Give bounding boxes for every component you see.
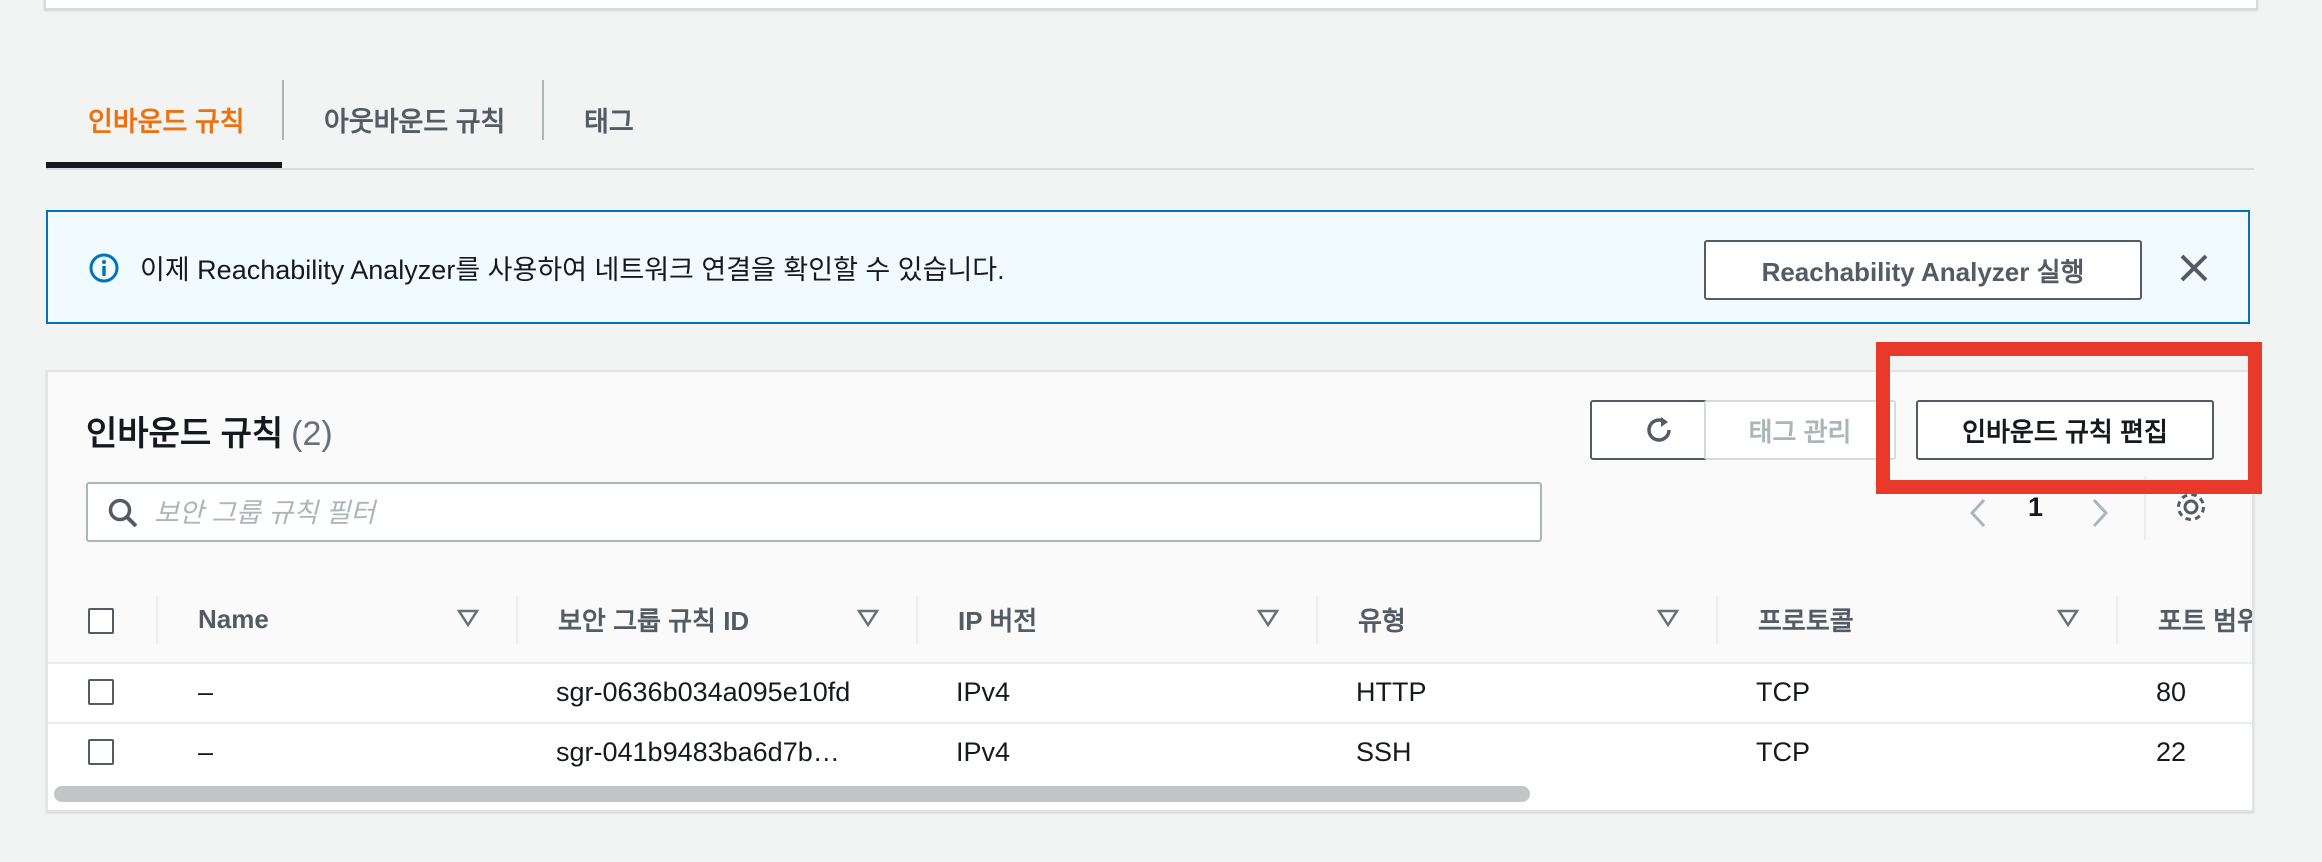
chevron-left-icon[interactable] bbox=[1966, 496, 1990, 530]
select-all-checkbox[interactable] bbox=[88, 608, 114, 634]
active-tab-indicator bbox=[46, 162, 282, 168]
column-header-ip-version[interactable]: IP 버전 bbox=[958, 576, 1037, 662]
horizontal-scrollbar-thumb[interactable] bbox=[54, 786, 1530, 802]
info-icon bbox=[89, 253, 119, 283]
inbound-rules-panel: 인바운드 규칙(2) 태그 관리 인바운드 규칙 편집 1 Name 보안 그룹… bbox=[46, 370, 2254, 812]
sort-caret-icon[interactable] bbox=[456, 606, 480, 630]
cell-protocol: TCP bbox=[1756, 736, 1810, 767]
cell-rule-id: sgr-041b9483ba6d7b… bbox=[556, 736, 840, 767]
column-divider bbox=[516, 596, 518, 644]
tab-tags[interactable]: 태그 bbox=[584, 70, 634, 168]
tab-outbound-rules[interactable]: 아웃바운드 규칙 bbox=[324, 70, 505, 168]
sort-caret-icon[interactable] bbox=[856, 606, 880, 630]
panel-title-text: 인바운드 규칙 bbox=[86, 415, 284, 453]
close-icon[interactable] bbox=[2174, 248, 2214, 288]
cell-rule-id: sgr-0636b034a095e10fd bbox=[556, 676, 851, 707]
gear-icon[interactable] bbox=[2172, 488, 2210, 526]
cell-type: HTTP bbox=[1356, 676, 1427, 707]
cell-ip-version: IPv4 bbox=[956, 676, 1011, 707]
row-checkbox[interactable] bbox=[88, 739, 114, 765]
column-divider bbox=[156, 596, 158, 644]
cell-type: SSH bbox=[1356, 736, 1412, 767]
pager-divider bbox=[2144, 476, 2146, 540]
tab-bar: 인바운드 규칙 아웃바운드 규칙 태그 bbox=[46, 70, 2254, 170]
column-divider bbox=[1316, 596, 1318, 644]
edit-inbound-rules-button[interactable]: 인바운드 규칙 편집 bbox=[1916, 400, 2214, 460]
cell-protocol: TCP bbox=[1756, 676, 1810, 707]
chevron-right-icon[interactable] bbox=[2088, 496, 2112, 530]
sort-caret-icon[interactable] bbox=[1656, 606, 1680, 630]
tab-divider bbox=[282, 80, 284, 140]
search-icon bbox=[108, 498, 138, 528]
sort-caret-icon[interactable] bbox=[1256, 606, 1280, 630]
rule-filter-search bbox=[86, 482, 1542, 542]
cell-ip-version: IPv4 bbox=[956, 736, 1011, 767]
column-divider bbox=[2116, 596, 2118, 644]
page-number[interactable]: 1 bbox=[2028, 492, 2043, 523]
rule-count: (2) bbox=[291, 415, 333, 453]
sort-caret-icon[interactable] bbox=[2056, 606, 2080, 630]
previous-panel-edge bbox=[44, 0, 2258, 10]
column-header-protocol[interactable]: 프로토콜 bbox=[1758, 576, 1854, 662]
column-divider bbox=[916, 596, 918, 644]
run-reachability-analyzer-button[interactable]: Reachability Analyzer 실행 bbox=[1704, 240, 2142, 300]
cell-name: – bbox=[198, 736, 214, 767]
search-input[interactable] bbox=[152, 488, 1516, 538]
column-header-rule-id[interactable]: 보안 그룹 규칙 ID bbox=[558, 576, 749, 662]
table-row[interactable]: – sgr-0636b034a095e10fd IPv4 HTTP TCP 80 bbox=[48, 662, 2252, 724]
info-alert: 이제 Reachability Analyzer를 사용하여 네트워크 연결을 … bbox=[46, 210, 2250, 324]
column-header-type[interactable]: 유형 bbox=[1358, 576, 1406, 662]
tab-divider bbox=[542, 80, 544, 140]
column-header-port-range[interactable]: 포트 범위 bbox=[2158, 576, 2252, 662]
table-header: Name 보안 그룹 규칙 ID IP 버전 유형 프로토콜 포트 범위 bbox=[48, 576, 2252, 664]
table-row[interactable]: – sgr-041b9483ba6d7b… IPv4 SSH TCP 22 bbox=[48, 722, 2252, 784]
cell-port-range: 22 bbox=[2156, 736, 2187, 767]
panel-title: 인바운드 규칙 (2) bbox=[86, 406, 333, 455]
tab-inbound-rules[interactable]: 인바운드 규칙 bbox=[88, 70, 245, 168]
manage-tags-button[interactable]: 태그 관리 bbox=[1704, 400, 1896, 460]
refresh-icon bbox=[1647, 417, 1671, 442]
column-divider bbox=[1716, 596, 1718, 644]
column-header-name[interactable]: Name bbox=[198, 576, 269, 662]
cell-port-range: 80 bbox=[2156, 676, 2187, 707]
cell-name: – bbox=[198, 676, 214, 707]
row-checkbox[interactable] bbox=[88, 679, 114, 705]
alert-message: 이제 Reachability Analyzer를 사용하여 네트워크 연결을 … bbox=[140, 255, 1005, 285]
